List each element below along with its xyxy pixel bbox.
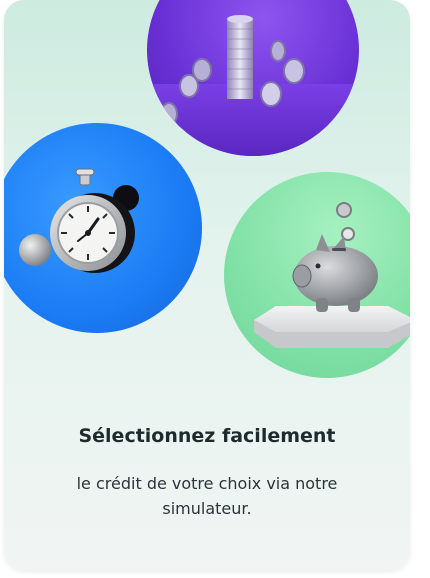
stopwatch-illustration — [4, 123, 202, 333]
feature-card: Sélectionnez facilement le crédit de vot… — [4, 0, 410, 570]
piggy-bank-illustration — [224, 172, 410, 378]
stopwatch-icon — [19, 168, 139, 273]
card-description: le crédit de votre choix via notre simul… — [76, 474, 338, 518]
card-title: Sélectionnez facilement — [78, 425, 336, 447]
piggy-bank-icon — [254, 202, 410, 348]
